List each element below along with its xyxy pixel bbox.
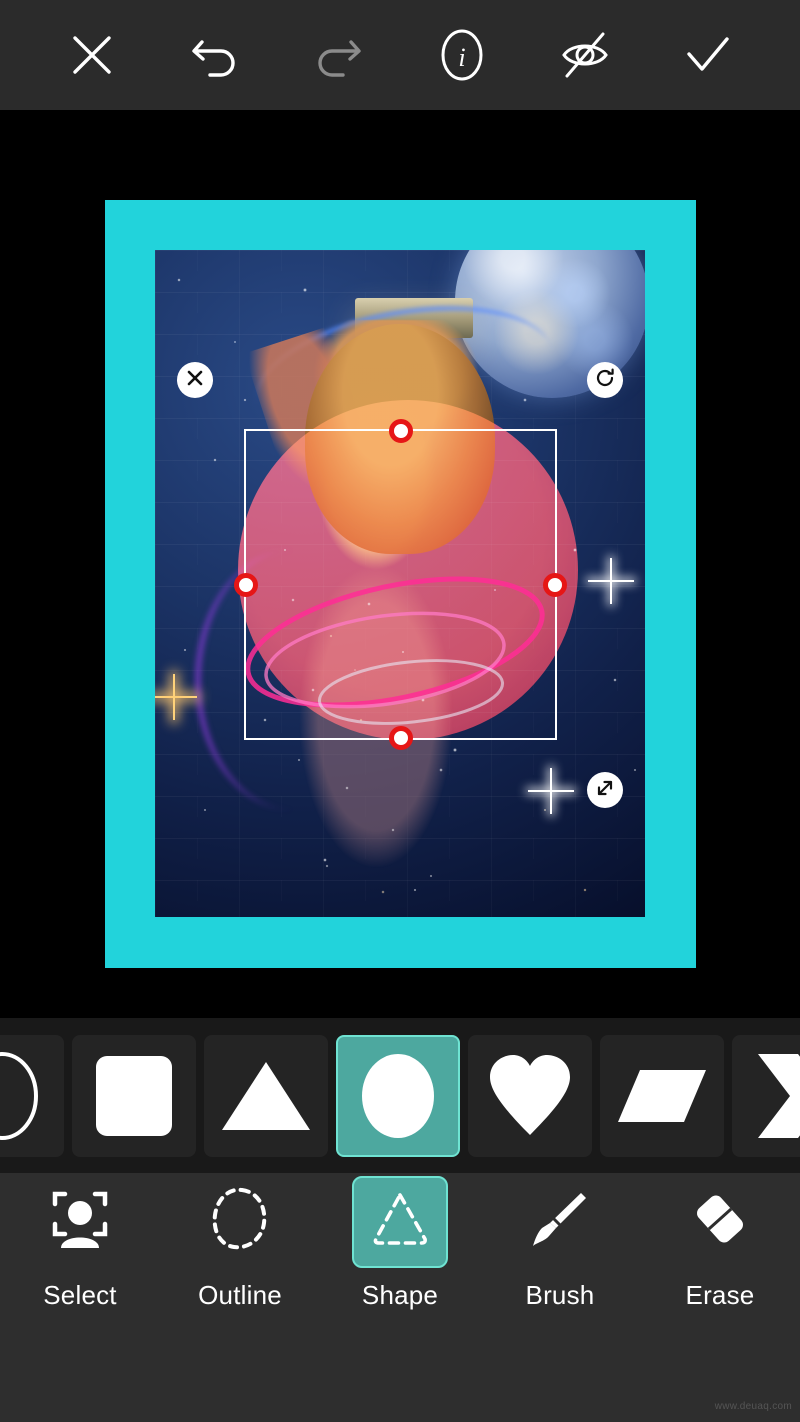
tool-outline-label: Outline [198, 1279, 282, 1310]
lens-flare [173, 696, 175, 698]
triangle-icon [220, 1058, 312, 1134]
handle-top[interactable] [388, 419, 413, 443]
redo-icon [311, 32, 365, 78]
shape-tile-triangle[interactable] [204, 1034, 328, 1157]
svg-text:i: i [458, 43, 465, 72]
info-icon: i [436, 27, 488, 83]
apply-button[interactable] [672, 19, 744, 91]
close-icon [185, 368, 205, 393]
eraser-icon [690, 1189, 750, 1254]
check-icon [682, 32, 734, 78]
tool-select[interactable]: Select [0, 1176, 160, 1311]
shape-tile-heart[interactable] [468, 1034, 592, 1157]
tool-brush[interactable]: Brush [480, 1176, 640, 1311]
tool-outline-icon-wrap [192, 1176, 288, 1268]
resize-icon [594, 777, 616, 804]
close-icon [69, 32, 115, 78]
tool-brush-icon-wrap [512, 1176, 608, 1268]
rotate-icon [594, 367, 616, 394]
paintbrush-icon [530, 1189, 590, 1254]
person-frame-icon [49, 1188, 111, 1255]
watermark: www.deuaq.com [714, 1401, 792, 1412]
tool-shape[interactable]: Shape [320, 1175, 480, 1311]
dashed-triangle-icon [371, 1191, 429, 1252]
parallelogram-icon [616, 1068, 708, 1124]
rounded-square-icon [92, 1052, 176, 1140]
heart-icon [486, 1053, 574, 1139]
ellipse-outline-icon [0, 1048, 45, 1144]
delete-layer-button[interactable] [177, 362, 213, 398]
tool-brush-label: Brush [525, 1279, 595, 1310]
handle-bottom[interactable] [388, 726, 413, 750]
lens-flare [610, 580, 612, 582]
tool-shape-icon-wrap [352, 1175, 448, 1268]
handle-left[interactable] [234, 572, 258, 597]
circle-icon [355, 1051, 441, 1141]
shape-tile-ellipse-outline[interactable] [0, 1034, 64, 1157]
tool-outline[interactable]: Outline [160, 1176, 320, 1311]
shape-tile-rounded-square[interactable] [72, 1034, 196, 1157]
resize-layer-button[interactable] [587, 772, 623, 808]
undo-button[interactable] [179, 19, 251, 91]
shape-picker-strip[interactable] [0, 1018, 800, 1173]
shape-selection-box[interactable] [234, 419, 567, 750]
close-button[interactable] [56, 19, 128, 91]
top-toolbar: i [0, 0, 800, 110]
shape-tile-circle[interactable] [336, 1034, 460, 1157]
eye-off-icon [556, 30, 614, 80]
tool-erase[interactable]: Erase [640, 1176, 800, 1311]
tool-bar: Select Outline Shape Brush Erase www.deu… [0, 1173, 800, 1422]
info-button[interactable]: i [426, 19, 498, 91]
lens-flare [550, 790, 552, 792]
tool-select-label: Select [43, 1279, 117, 1310]
rotate-layer-button[interactable] [587, 362, 623, 398]
tool-erase-label: Erase [685, 1279, 755, 1310]
tool-erase-icon-wrap [672, 1176, 768, 1268]
handle-right[interactable] [543, 572, 567, 597]
tool-select-icon-wrap [32, 1176, 128, 1268]
hide-layer-button[interactable] [549, 19, 621, 91]
shape-tile-chevron[interactable] [732, 1034, 800, 1157]
chevron-icon [752, 1050, 800, 1142]
tool-shape-label: Shape [361, 1279, 439, 1310]
redo-button[interactable] [302, 19, 374, 91]
shape-tile-parallelogram[interactable] [600, 1034, 724, 1157]
undo-icon [188, 32, 242, 78]
dashed-blob-icon [210, 1187, 270, 1256]
canvas-stage[interactable] [0, 110, 800, 1018]
